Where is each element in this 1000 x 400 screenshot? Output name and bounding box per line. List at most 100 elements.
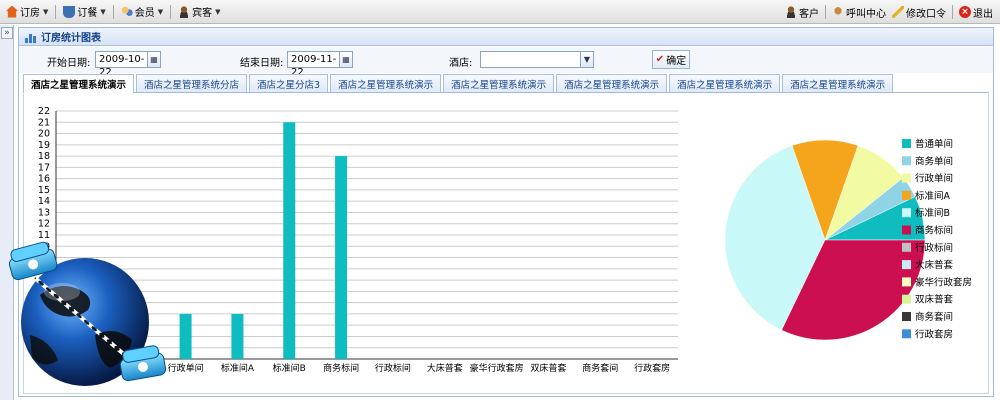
checkmark-icon: ✔: [655, 54, 665, 65]
expand-sidebar-icon[interactable]: »: [1, 27, 13, 39]
x-tick-label: 商务标间: [323, 362, 359, 374]
y-tick-label: 18: [38, 151, 50, 162]
chevron-down-icon: ▼: [215, 7, 221, 16]
chevron-down-icon: ▼: [43, 7, 49, 16]
menu-dining[interactable]: 订餐 ▼: [59, 2, 109, 22]
y-tick-label: 12: [38, 219, 50, 230]
tab-hotel-0[interactable]: 酒店之星管理系统演示: [23, 74, 135, 93]
menu-exit-label: 退出: [973, 8, 993, 20]
hotel-select[interactable]: [480, 51, 594, 68]
person-icon: [785, 6, 797, 18]
house-icon: [6, 5, 18, 18]
tab-hotel-7[interactable]: 酒店之星管理系统演示: [782, 74, 894, 92]
menu-right-group: 客户 呼叫中心 修改口令 × 退出: [782, 2, 996, 22]
x-tick-label: 双床普套: [530, 362, 566, 374]
legend-label: 行政标间: [915, 242, 953, 254]
legend-label: 标准间A: [915, 190, 951, 202]
y-tick-label: 19: [38, 140, 50, 151]
key-icon: [892, 6, 904, 18]
legend-swatch: [902, 173, 911, 183]
y-tick-label: 13: [38, 207, 50, 218]
legend-label: 双床普套: [915, 294, 954, 306]
menu-guest-label: 宾客: [192, 8, 213, 19]
x-tick-label: 大床普套: [427, 362, 463, 374]
calendar-icon[interactable]: ▦: [339, 51, 353, 68]
hotel-label: 酒店:: [449, 58, 473, 69]
x-tick-label: 标准间A: [221, 362, 255, 374]
legend-swatch: [902, 277, 911, 287]
legend-swatch: [902, 139, 911, 148]
tab-hotel-2[interactable]: 酒店之星分店3: [249, 74, 329, 92]
menu-change-password[interactable]: 修改口令: [889, 2, 949, 22]
legend-label: 普通单间: [915, 138, 953, 150]
x-tick-label: 豪华行政套房: [470, 362, 524, 374]
tab-hotel-4[interactable]: 酒店之星管理系统演示: [443, 74, 555, 92]
x-tick-label: 标准间B: [273, 362, 306, 374]
top-menu-bar: 订房 ▼ 订餐 ▼ 会员 ▼ 宾客 ▼ 客户 呼叫中心 修改口令 × 退出: [0, 0, 1000, 24]
filter-toolbar: 开始日期: 2009-10-22 ▦ 结束日期: 2009-11-22 ▦ 酒店…: [19, 47, 993, 78]
phone-icon: [832, 6, 844, 18]
menu-separator: [825, 5, 826, 19]
confirm-button[interactable]: ✔ 确定: [652, 50, 690, 69]
menu-exit[interactable]: × 退出: [956, 2, 996, 22]
legend-label: 豪华行政套房: [915, 276, 972, 288]
legend-swatch: [902, 242, 911, 252]
tab-hotel-5[interactable]: 酒店之星管理系统演示: [556, 74, 668, 92]
bar-标准间B: [283, 122, 296, 359]
legend-swatch: [902, 190, 911, 200]
cup-icon: [63, 5, 76, 18]
menu-dining-label: 订餐: [77, 8, 98, 19]
chevron-down-icon[interactable]: ▼: [580, 51, 594, 68]
legend-label: 商务套间: [915, 311, 953, 323]
menu-booking-label: 订房: [20, 8, 40, 19]
legend-swatch: [902, 329, 911, 339]
y-tick-label: 20: [38, 129, 50, 140]
menu-customer[interactable]: 客户: [782, 2, 822, 22]
menu-separator: [55, 4, 57, 19]
tab-hotel-6[interactable]: 酒店之星管理系统演示: [669, 74, 781, 92]
people-icon: [120, 5, 133, 18]
x-tick-label: 行政套房: [634, 362, 670, 374]
panel-title: 订房统计图表: [41, 33, 101, 44]
legend-label: 大床普套: [915, 259, 954, 271]
menu-change-password-label: 修改口令: [906, 8, 946, 20]
y-tick-label: 22: [38, 106, 50, 117]
legend-label: 商务标间: [915, 225, 953, 237]
menu-separator: [952, 5, 953, 19]
confirm-button-label: 确定: [666, 56, 687, 67]
legend-label: 商务单间: [915, 155, 953, 167]
chevron-down-icon: ▼: [157, 7, 164, 16]
y-tick-label: 15: [38, 185, 50, 196]
tab-hotel-3[interactable]: 酒店之星管理系统演示: [330, 74, 442, 92]
y-tick-label: 17: [38, 162, 50, 173]
y-tick-label: 21: [38, 117, 50, 128]
legend-swatch: [902, 312, 911, 321]
menu-call-center-label: 呼叫中心: [846, 8, 886, 20]
legend-label: 行政单间: [915, 173, 953, 185]
menu-member[interactable]: 会员 ▼: [117, 2, 167, 22]
hotel-tabs: 酒店之星管理系统演示 酒店之星管理系统分店 酒店之星分店3 酒店之星管理系统演示…: [23, 74, 989, 93]
x-tick-label: 商务套间: [582, 362, 618, 374]
menu-customer-label: 客户: [799, 8, 819, 20]
bar-行政单间: [179, 313, 192, 359]
menu-separator: [170, 4, 172, 19]
menu-guest[interactable]: 宾客 ▼: [174, 2, 224, 22]
legend-swatch: [902, 294, 911, 304]
legend-label: 标准间B: [915, 207, 950, 219]
legend-label: 行政套房: [915, 328, 953, 340]
menu-call-center[interactable]: 呼叫中心: [829, 2, 889, 22]
legend-swatch: [902, 156, 911, 166]
legend-swatch: [902, 208, 911, 218]
y-tick-label: 14: [38, 196, 50, 207]
globe-phone-logo: [8, 241, 167, 386]
end-date-label: 结束日期:: [240, 58, 284, 69]
tab-hotel-1[interactable]: 酒店之星管理系统分店: [136, 74, 248, 92]
person-icon: [178, 5, 191, 18]
legend-swatch: [902, 260, 911, 270]
calendar-icon[interactable]: ▦: [147, 51, 161, 68]
menu-member-label: 会员: [134, 8, 155, 19]
menu-booking[interactable]: 订房 ▼: [2, 2, 52, 22]
x-tick-label: 行政标间: [375, 362, 411, 374]
y-tick-label: 16: [38, 174, 50, 185]
menu-separator: [112, 4, 114, 19]
